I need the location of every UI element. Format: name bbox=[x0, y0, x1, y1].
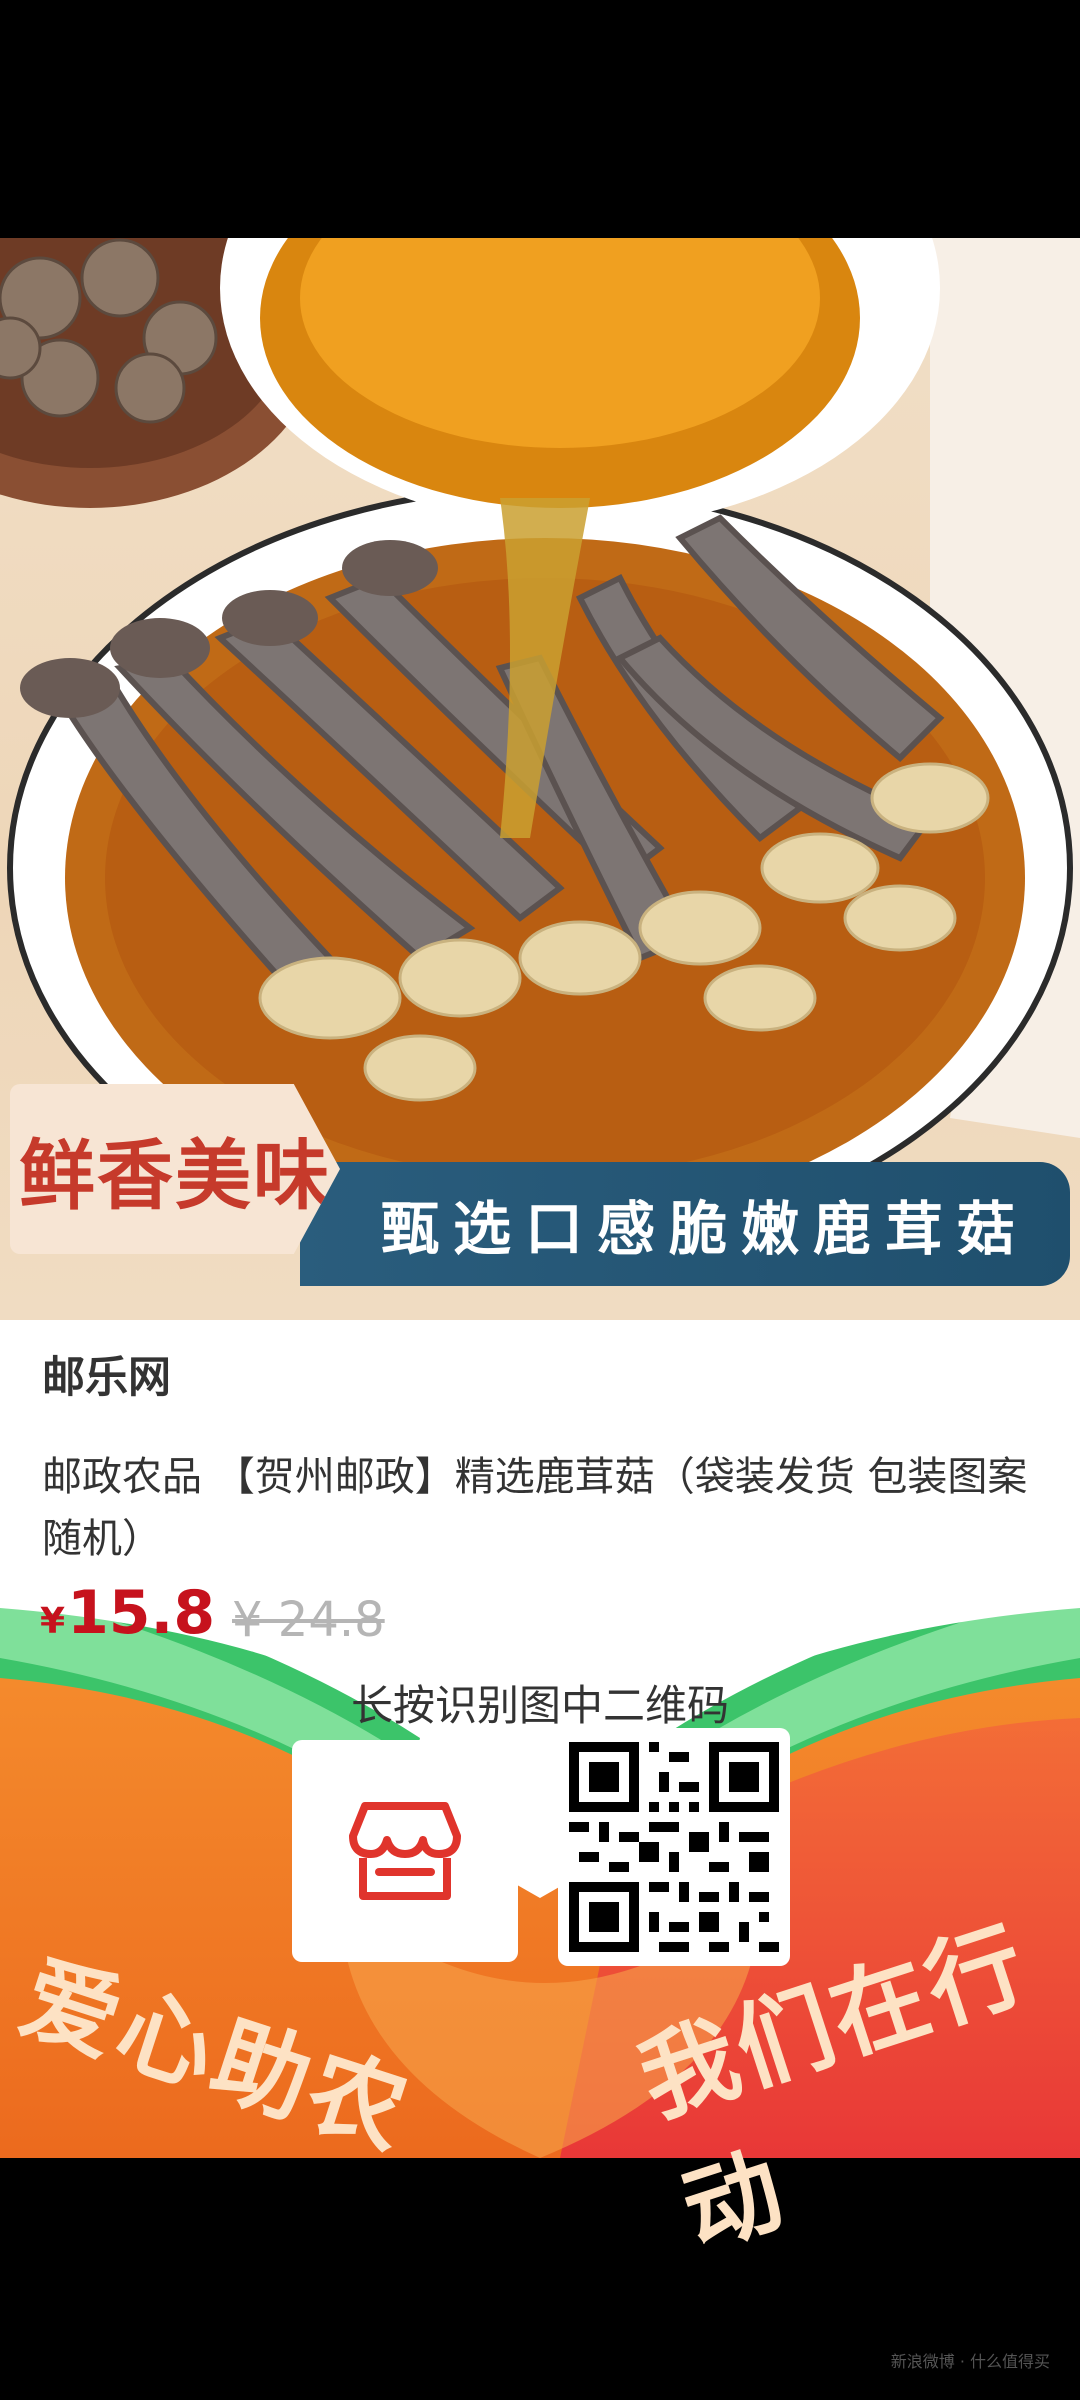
qr-code[interactable] bbox=[558, 1728, 790, 1966]
qr-hint: 长按识别图中二维码 bbox=[350, 1681, 729, 1730]
photo-tag: 鲜香美味 bbox=[10, 1084, 340, 1254]
current-price: ¥15.8 bbox=[40, 1578, 215, 1648]
product-image: 鲜香美味 甄选口感脆嫩鹿茸菇 bbox=[0, 238, 1080, 1320]
original-price: ¥ 24.8 bbox=[232, 1592, 385, 1648]
seller-name: 邮乐网 bbox=[42, 1353, 171, 1403]
current-price-value: 15.8 bbox=[67, 1578, 216, 1648]
store-icon bbox=[349, 1802, 461, 1900]
currency-symbol: ¥ bbox=[40, 1601, 66, 1642]
share-card: 鲜香美味 甄选口感脆嫩鹿茸菇 邮乐网 邮政农品 【贺州邮政】精选鹿茸菇（袋装发货… bbox=[0, 238, 1080, 2158]
photo-banner: 甄选口感脆嫩鹿茸菇 bbox=[300, 1162, 1070, 1286]
photo-tag-text: 鲜香美味 bbox=[19, 1131, 331, 1220]
status-bar-area bbox=[0, 0, 1080, 238]
qr-code-icon bbox=[569, 1742, 779, 1952]
watermark: 新浪微博 · 什么值得买 bbox=[890, 2352, 1050, 2371]
shop-logo[interactable] bbox=[292, 1740, 518, 1962]
photo-banner-text: 甄选口感脆嫩鹿茸菇 bbox=[380, 1195, 1029, 1263]
product-title: 邮政农品 【贺州邮政】精选鹿茸菇（袋装发货 包装图案随机） bbox=[42, 1454, 1028, 1562]
